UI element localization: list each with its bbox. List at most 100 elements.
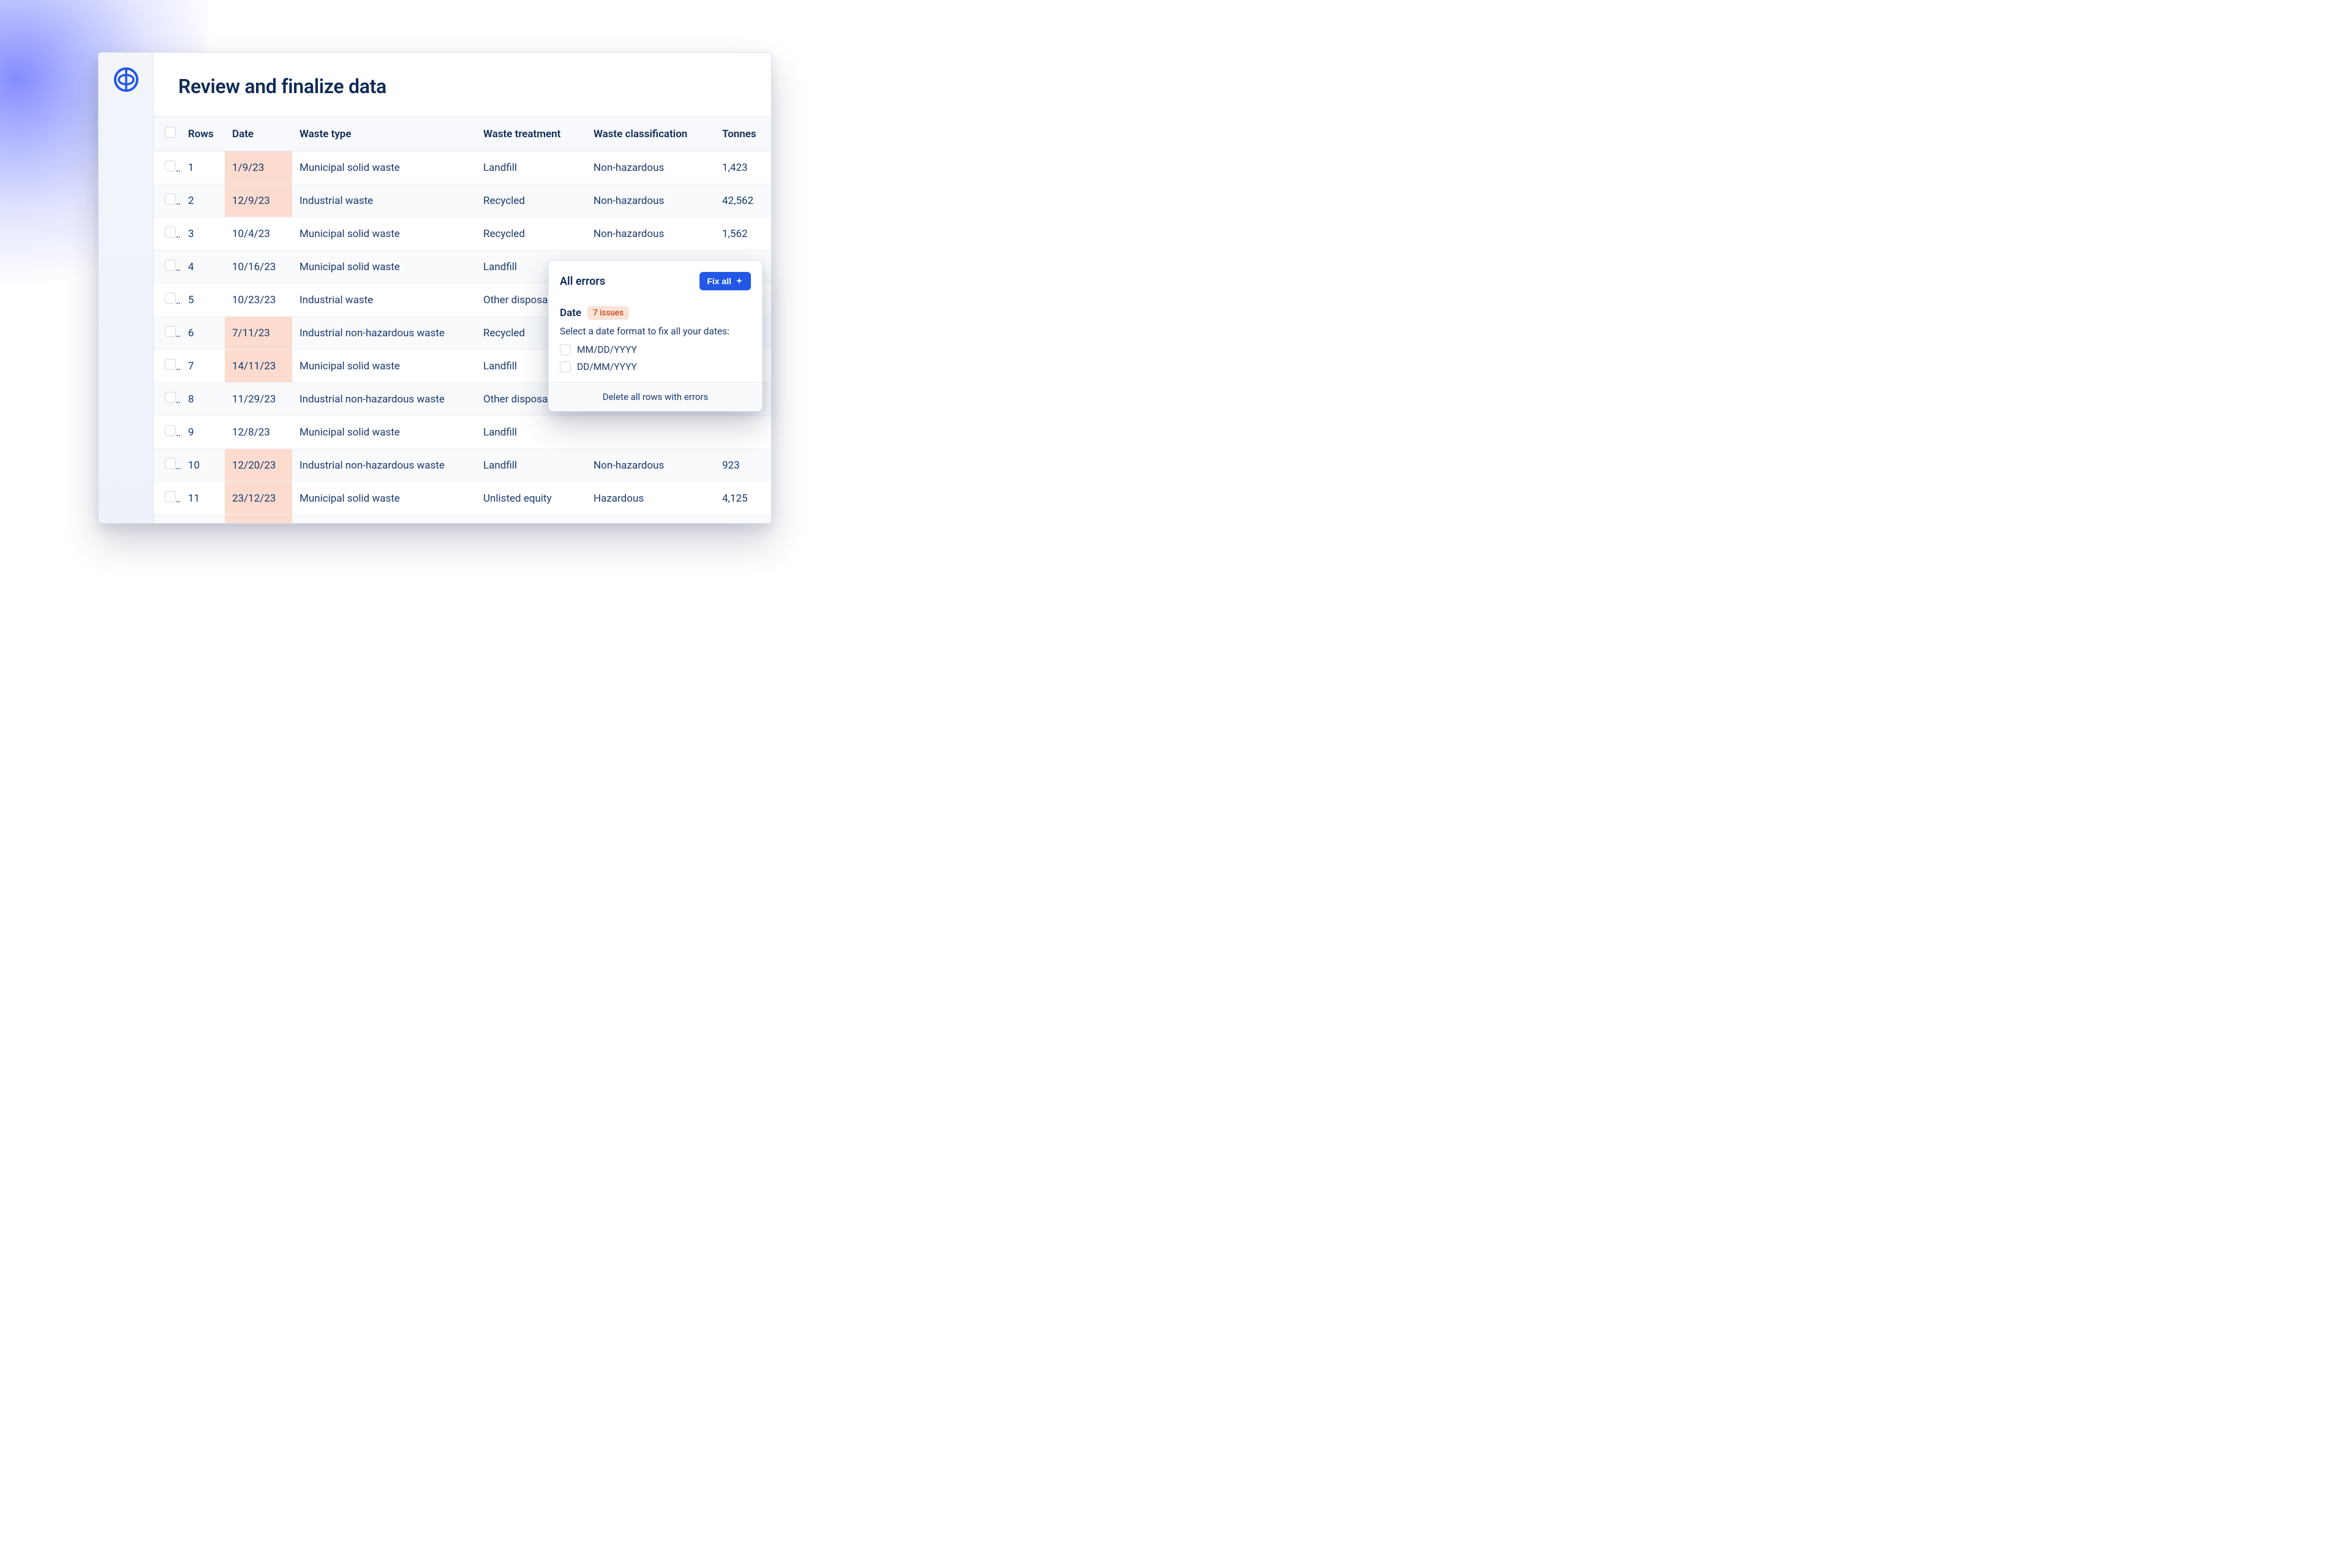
table-row: 912/8/23Municipal solid wasteLandfill xyxy=(154,416,771,449)
cell-waste-treatment: Landfill xyxy=(476,416,586,449)
cell-waste-treatment: Landfill xyxy=(476,151,586,184)
cell-date[interactable]: 10/16/23 xyxy=(225,251,292,284)
option-label: DD/MM/YYYY xyxy=(577,361,637,372)
cell-date[interactable]: 23/12/23 xyxy=(225,482,292,515)
sparkle-icon xyxy=(735,277,744,285)
cell-row-number: 8 xyxy=(181,383,225,416)
cell-date[interactable]: 12/8/23 xyxy=(225,416,292,449)
cell-waste-type: Municipal solid waste xyxy=(292,217,476,251)
cell-row-number: 2 xyxy=(181,184,225,217)
cell-row-number: 4 xyxy=(181,251,225,284)
col-type[interactable]: Waste type xyxy=(292,117,476,151)
cell-waste-classification: Non-hazardous xyxy=(586,449,715,482)
page-header: Review and finalize data xyxy=(154,53,771,117)
cell-waste-type: Industrial waste xyxy=(292,284,476,317)
cell-row-number: 5 xyxy=(181,284,225,317)
checkbox-icon xyxy=(560,344,571,355)
sidebar xyxy=(99,53,154,523)
cell-waste-type: Municipal solid waste xyxy=(292,151,476,184)
cell-waste-classification: Non-hazardous xyxy=(586,217,715,251)
cell-tonnes: 1,423 xyxy=(715,151,771,184)
cell-date[interactable]: 10/23/23 xyxy=(225,284,292,317)
cell-waste-type: Industrial non-hazardous waste xyxy=(292,383,476,416)
fix-instruction: Select a date format to fix all your dat… xyxy=(560,326,751,337)
fix-all-label: Fix all xyxy=(707,276,731,286)
cell-date[interactable]: 14/11/23 xyxy=(225,350,292,383)
cell-waste-classification: Hazardous xyxy=(586,515,715,524)
col-date[interactable]: Date xyxy=(225,117,292,151)
cell-date[interactable]: 11/29/23 xyxy=(225,383,292,416)
cell-waste-treatment: Recycled xyxy=(476,184,586,217)
row-checkbox[interactable] xyxy=(165,194,176,205)
col-ton[interactable]: Tonnes xyxy=(715,117,771,151)
cell-waste-type: Industrial waste xyxy=(292,184,476,217)
cell-row-number: 1 xyxy=(181,151,225,184)
row-checkbox[interactable] xyxy=(165,260,176,271)
table-row: 310/4/23Municipal solid wasteRecycledNon… xyxy=(154,217,771,251)
cell-row-number: 9 xyxy=(181,416,225,449)
col-class[interactable]: Waste classification xyxy=(586,117,715,151)
cell-waste-type: Municipal solid waste xyxy=(292,350,476,383)
row-checkbox[interactable] xyxy=(165,458,176,469)
cell-waste-treatment: Landfill xyxy=(476,449,586,482)
cell-waste-classification: Non-hazardous xyxy=(586,184,715,217)
cell-waste-treatment: Other disposal xyxy=(476,515,586,524)
row-checkbox[interactable] xyxy=(165,491,176,502)
cell-tonnes: 923 xyxy=(715,449,771,482)
cell-waste-classification: Non-hazardous xyxy=(586,151,715,184)
cell-row-number: 10 xyxy=(181,449,225,482)
cell-row-number: 11 xyxy=(181,482,225,515)
page-title: Review and finalize data xyxy=(178,75,747,98)
row-checkbox[interactable] xyxy=(165,392,176,403)
table-header-row: Rows Date Waste type Waste treatment Was… xyxy=(154,117,771,151)
cell-tonnes: 42,562 xyxy=(715,184,771,217)
cell-row-number: 3 xyxy=(181,217,225,251)
cell-date[interactable]: 12/9/23 xyxy=(225,184,292,217)
table-row: 1012/20/23Industrial non-hazardous waste… xyxy=(154,449,771,482)
cell-tonnes: 1,532 xyxy=(715,515,771,524)
cell-date[interactable]: 7/11/23 xyxy=(225,317,292,350)
cell-tonnes: 4,125 xyxy=(715,482,771,515)
cell-date[interactable]: 12/23/23 xyxy=(225,515,292,524)
cell-waste-type: Municipal solid waste xyxy=(292,482,476,515)
date-format-option-dmy[interactable]: DD/MM/YYYY xyxy=(560,361,751,372)
row-checkbox[interactable] xyxy=(165,326,176,337)
brand-logo-icon xyxy=(113,66,140,93)
cell-waste-type: Municipal solid waste xyxy=(292,251,476,284)
cell-row-number: 7 xyxy=(181,350,225,383)
cell-tonnes: 1,562 xyxy=(715,217,771,251)
delete-error-rows-button[interactable]: Delete all rows with errors xyxy=(549,382,762,411)
table-row: 1112/23/23Industrial non-hazardous waste… xyxy=(154,515,771,524)
row-checkbox[interactable] xyxy=(165,160,176,172)
table-row: 11/9/23Municipal solid wasteLandfillNon-… xyxy=(154,151,771,184)
row-checkbox[interactable] xyxy=(165,359,176,370)
cell-date[interactable]: 10/4/23 xyxy=(225,217,292,251)
date-format-option-mdy[interactable]: MM/DD/YYYY xyxy=(560,344,751,355)
option-label: MM/DD/YYYY xyxy=(577,344,637,355)
fix-all-button[interactable]: Fix all xyxy=(699,272,751,290)
cell-waste-treatment: Unlisted equity xyxy=(476,482,586,515)
cell-waste-type: Industrial non-hazardous waste xyxy=(292,515,476,524)
col-treat[interactable]: Waste treatment xyxy=(476,117,586,151)
row-checkbox[interactable] xyxy=(165,293,176,304)
error-section-label: Date xyxy=(560,307,581,319)
cell-date[interactable]: 12/20/23 xyxy=(225,449,292,482)
table-row: 1123/12/23Municipal solid wasteUnlisted … xyxy=(154,482,771,515)
row-checkbox[interactable] xyxy=(165,227,176,238)
cell-row-number: 11 xyxy=(181,515,225,524)
cell-waste-classification xyxy=(586,416,715,449)
cell-date[interactable]: 1/9/23 xyxy=(225,151,292,184)
cell-waste-classification: Hazardous xyxy=(586,482,715,515)
cell-waste-type: Municipal solid waste xyxy=(292,416,476,449)
cell-waste-type: Industrial non-hazardous waste xyxy=(292,317,476,350)
errors-panel: All errors Fix all Date 7 issues Select … xyxy=(548,260,763,412)
errors-panel-title: All errors xyxy=(560,275,605,288)
select-all-checkbox[interactable] xyxy=(165,127,176,138)
row-checkbox[interactable] xyxy=(165,425,176,436)
table-row: 212/9/23Industrial wasteRecycledNon-haza… xyxy=(154,184,771,217)
cell-row-number: 6 xyxy=(181,317,225,350)
col-rows[interactable]: Rows xyxy=(181,117,225,151)
cell-waste-type: Industrial non-hazardous waste xyxy=(292,449,476,482)
cell-waste-treatment: Recycled xyxy=(476,217,586,251)
cell-tonnes xyxy=(715,416,771,449)
